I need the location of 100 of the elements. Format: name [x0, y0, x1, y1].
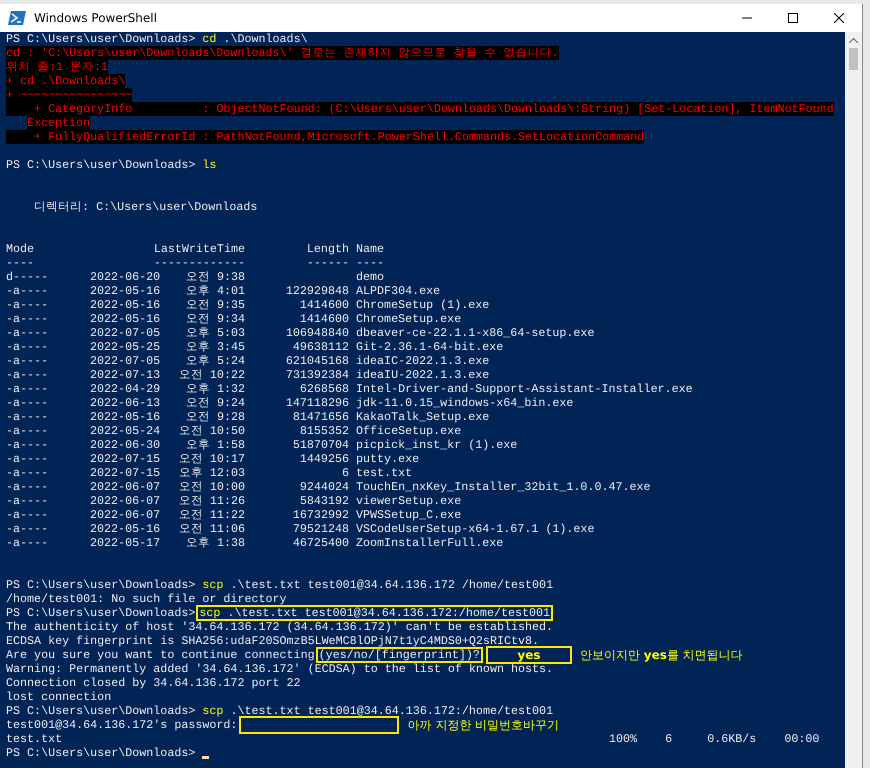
console-text: lost connection: [6, 690, 112, 704]
console-text: Connection closed by 34.64.136.172 port 22: [6, 676, 301, 690]
column-header: Length: [306, 242, 349, 256]
console-text: PS C:\Users\user\Downloads>: [6, 158, 196, 172]
mode-cell-text: -a----: [6, 284, 50, 298]
name-cell-text: ALPDF304.exe: [355, 284, 442, 298]
scroll-up-icon[interactable]: [849, 38, 858, 44]
command-keyword: scp: [202, 578, 224, 592]
time-cell: 9:34: [216, 312, 245, 326]
time-cell: 11:06: [210, 522, 245, 536]
mode-cell-text: -a----: [6, 536, 50, 550]
name-cell-text: VPWSSetup_C.exe: [355, 508, 462, 522]
ampm-cell: 오후: [178, 466, 203, 480]
mode-cell-text: -a----: [6, 298, 50, 312]
length-cell: 81471656: [292, 410, 349, 424]
scrollbar[interactable]: [845, 32, 862, 768]
console-text: test001@34.64.136.172's password:: [6, 718, 238, 732]
length-cell: 1414600: [300, 312, 349, 326]
time-cell: 5:03: [216, 326, 245, 340]
time-cell: 1:32: [216, 382, 245, 396]
time-cell: 3:45: [216, 340, 245, 354]
mode-cell-text: -a----: [6, 466, 50, 480]
time-cell: 10:17: [210, 452, 245, 466]
name-cell-text: test.txt: [355, 466, 414, 480]
date-cell-text: 2022-04-29: [90, 382, 162, 396]
time-cell: 11:22: [210, 508, 245, 522]
mode-cell-text: d-----: [6, 270, 50, 284]
powershell-icon: [8, 10, 26, 26]
error-text: + cd .\Downloads\: [6, 74, 126, 88]
mode-cell-text: -a----: [6, 508, 50, 522]
date-cell-text: 2022-06-20: [90, 270, 162, 284]
ampm-cell: 오후: [186, 284, 210, 298]
time-cell: 4:01: [216, 284, 245, 298]
console-text: 디렉터리: C:\Users\user\Downloads: [33, 200, 258, 214]
ampm-cell: 오후: [186, 326, 210, 340]
time-cell: 11:26: [210, 494, 245, 508]
console-text: Warning: Permanently added '34.64.136.172' (ECDSA) to the list of known hosts.: [6, 662, 554, 676]
date-cell-text: 2022-07-15: [90, 452, 162, 466]
date-cell-text: 2022-05-16: [90, 298, 162, 312]
time-cell: 12:03: [210, 466, 245, 480]
time-cell: 10:22: [210, 368, 245, 382]
console-text: Are you sure you want to continue connecting: [6, 648, 315, 662]
console-text: /home/test001: No such file or directory: [6, 592, 287, 606]
length-cell: 731392384: [286, 368, 349, 382]
answer-box: yes: [486, 646, 572, 664]
mode-cell-text: -a----: [6, 368, 50, 382]
maximize-icon: [788, 13, 798, 23]
ampm-cell: 오후: [186, 382, 210, 396]
date-cell-text: 2022-06-30: [90, 438, 162, 452]
error-text: cd : 'C:\Users\user\Downloads\Downloads\' 경로는 존재하지 않으므로 찾을 수 없습니다.: [6, 46, 559, 60]
ampm-cell: 오전: [186, 270, 210, 284]
ampm-cell: 오전: [178, 368, 203, 382]
length-cell: 9244024: [300, 480, 349, 494]
window-title: Windows PowerShell: [34, 11, 158, 25]
length-cell: 79521248: [292, 522, 349, 536]
mode-cell-text: -a----: [6, 480, 50, 494]
name-cell-text: demo: [355, 270, 386, 284]
length-cell: 16732992: [292, 508, 349, 522]
length-cell: 46725400: [292, 536, 349, 550]
mode-cell-text: -a----: [6, 340, 50, 354]
close-icon: [834, 13, 844, 23]
date-cell-text: 2022-05-16: [90, 522, 162, 536]
mode-cell-text: -a----: [6, 396, 50, 410]
name-cell-text: ChromeSetup (1).exe: [355, 298, 490, 312]
ampm-cell: 오전: [178, 424, 203, 438]
console-text: (yes/no/[fingerprint])?: [318, 648, 480, 662]
mode-cell-text: -a----: [6, 410, 50, 424]
console-text: PS C:\Users\user\Downloads>: [6, 704, 196, 718]
scroll-thumb[interactable]: [849, 48, 858, 70]
transfer-stats: 100% 6 0.6KB/s 00:00: [609, 732, 820, 746]
length-cell: 51870704: [292, 438, 349, 452]
time-cell: 1:58: [216, 438, 245, 452]
name-cell-text: Intel-Driver-and-Support-Assistant-Installer.exe: [355, 382, 694, 396]
column-header: -------------: [152, 256, 245, 270]
console-text: .\test.txt test001@34.64.136.172:/home/test001: [226, 606, 550, 620]
console-text: PS C:\Users\user\Downloads>: [6, 32, 196, 46]
error-text: + FullyQualifiedErrorId : PathNotFound,Microsoft.PowerShell.Commands.SetLocationCommand: [6, 130, 644, 144]
length-cell: 6268568: [300, 382, 349, 396]
command-keyword: scp: [199, 606, 220, 620]
length-cell: 147118296: [286, 396, 349, 410]
date-cell-text: 2022-07-15: [90, 466, 162, 480]
time-cell: 9:28: [216, 410, 245, 424]
mode-cell-text: -a----: [6, 424, 50, 438]
time-cell: 9:38: [216, 270, 245, 284]
name-cell-text: KakaoTalk_Setup.exe: [355, 410, 490, 424]
column-header: ----: [355, 256, 386, 270]
date-cell-text: 2022-05-16: [90, 284, 162, 298]
ampm-cell: 오전: [186, 312, 210, 326]
name-cell-text: picpick_inst_kr (1).exe: [355, 438, 518, 452]
date-cell-text: 2022-07-05: [90, 354, 162, 368]
column-header: ------: [306, 256, 349, 270]
ampm-cell: 오전: [178, 480, 203, 494]
name-cell-text: viewerSetup.exe: [355, 494, 462, 508]
length-cell: 8155352: [300, 424, 349, 438]
mode-cell-text: -a----: [6, 438, 50, 452]
name-cell-text: jdk-11.0.15_windows-x64_bin.exe: [355, 396, 574, 410]
mode-cell-text: -a----: [6, 354, 50, 368]
date-cell-text: 2022-05-17: [90, 536, 162, 550]
time-cell: 5:24: [216, 354, 245, 368]
name-cell-text: TouchEn_nxKey_Installer_32bit_1.0.0.47.exe: [355, 480, 652, 494]
